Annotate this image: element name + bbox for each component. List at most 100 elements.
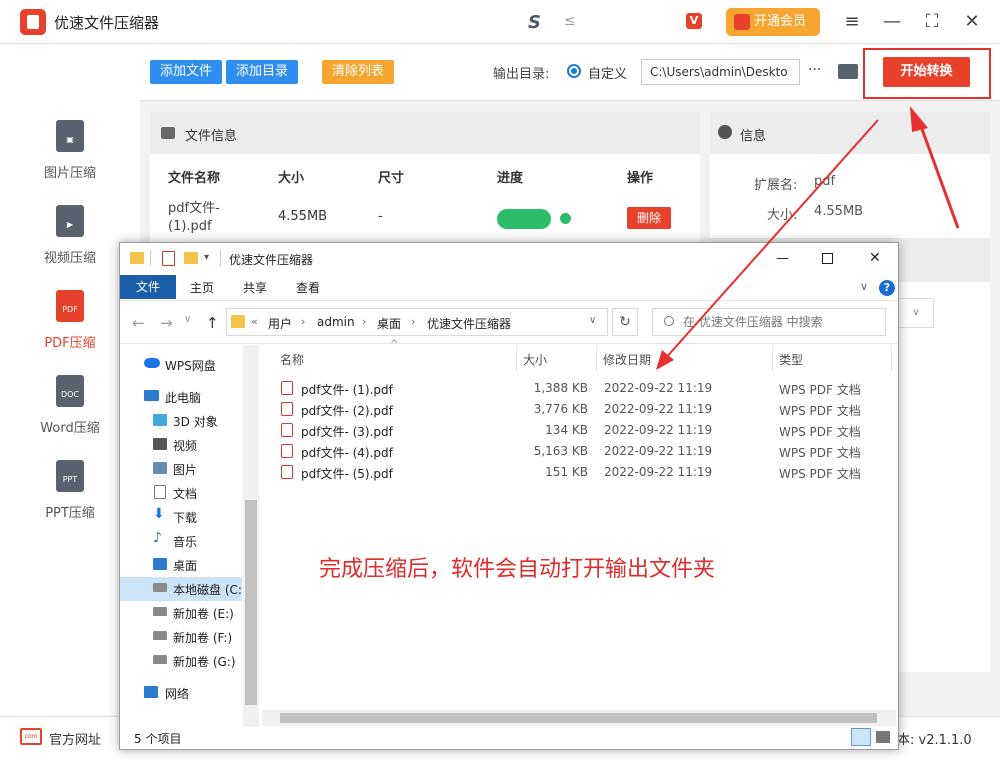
nav-item-drive-e[interactable]: 新加卷 (E:) [173,605,234,622]
pdf-file-icon: PDF [56,290,84,322]
list-item-type: WPS PDF 文档 [779,446,861,460]
list-item-type: WPS PDF 文档 [779,383,861,397]
list-header-divider[interactable] [891,345,892,371]
nav-item-drive-c[interactable]: 本地磁盘 (C:) [173,581,247,598]
ppt-file-icon: PPT [56,460,84,492]
nav-item-desktop[interactable]: 桌面 [173,557,197,574]
forward-arrow-icon[interactable]: → [160,314,173,332]
chevron-down-icon[interactable]: ∨ [898,298,934,328]
help-icon[interactable]: ? [879,280,895,296]
maximize-icon[interactable]: ⛶ [920,10,944,34]
pdf-file-icon [281,444,293,458]
list-header-divider[interactable] [596,345,597,371]
custom-radio[interactable] [567,64,581,78]
breadcrumb-admin[interactable]: admin [317,315,355,329]
brand-logo-suffix: ≤ [564,13,576,29]
pdf-file-icon [281,423,293,437]
list-header-divider[interactable] [516,345,517,371]
list-item-size: 3,776 KB [533,402,588,416]
sidebar-item-image[interactable]: ▣ 图片压缩 [0,120,140,200]
output-path-input[interactable] [641,59,800,85]
info-icon [718,125,732,139]
list-item-size: 5,163 KB [533,444,588,458]
explorer-close-icon[interactable]: ✕ [869,250,881,266]
tab-file[interactable]: 文件 [120,275,176,299]
nav-item-music[interactable]: 音乐 [173,533,197,550]
app-title: 优速文件压缩器 [54,14,160,32]
vip-button[interactable]: 开通会员 [726,8,820,36]
breadcrumb-desktop[interactable]: 桌面 [377,315,401,332]
vip-badge-icon[interactable]: V [686,13,702,29]
clear-list-button[interactable]: 清除列表 [322,60,394,84]
open-folder-icon[interactable] [838,64,858,79]
list-item-type: WPS PDF 文档 [779,425,861,439]
nav-item-this-pc[interactable]: 此电脑 [165,389,201,406]
delete-button[interactable]: 删除 [627,207,671,229]
breadcrumb-folder[interactable]: 优速文件压缩器 [427,315,511,332]
search-icon [664,316,674,326]
list-item-name[interactable]: pdf文件- (1).pdf [301,381,393,398]
more-options-button[interactable]: ··· [808,62,821,78]
recent-dropdown-icon[interactable]: ∨ [184,314,191,325]
tab-view[interactable]: 查看 [296,279,320,296]
col-header-action: 操作 [627,171,654,186]
breadcrumb-sep-icon: › [301,315,306,328]
3d-objects-icon [153,414,167,426]
list-header-name[interactable]: 名称 [280,351,304,368]
back-arrow-icon[interactable]: ← [132,314,145,332]
large-icons-view-icon[interactable] [876,731,890,743]
explorer-minimize-icon[interactable]: — [776,251,789,266]
drive-icon [153,607,167,616]
list-header-divider[interactable] [772,345,773,371]
progress-bar [497,209,551,229]
crown-icon [734,14,750,30]
list-item-name[interactable]: pdf文件- (2).pdf [301,402,393,419]
nav-item-drive-f[interactable]: 新加卷 (F:) [173,629,232,646]
start-convert-button[interactable]: 开始转换 [883,57,970,87]
breadcrumb-users[interactable]: 用户 [268,315,292,332]
list-item-name[interactable]: pdf文件- (4).pdf [301,444,393,461]
nav-item-network[interactable]: 网络 [165,685,189,702]
ribbon-expand-icon[interactable]: ∨ [860,280,868,293]
doc-file-icon: DOC [56,375,84,407]
drive-icon [153,655,167,664]
official-site-link[interactable]: 官方网址 [49,729,101,748]
properties-icon[interactable] [162,251,175,266]
minimize-icon[interactable]: — [880,10,904,34]
desktop-icon [153,558,167,570]
search-input[interactable]: 在 优速文件压缩器 中搜索 [652,308,886,336]
new-folder-icon[interactable] [184,252,198,264]
videos-folder-icon [153,438,167,450]
horizontal-scrollbar-thumb[interactable] [280,713,877,723]
quick-access-dropdown-icon[interactable]: ▾ [204,252,209,263]
nav-item-documents[interactable]: 文档 [173,485,197,502]
breadcrumb-overflow[interactable]: « [251,315,258,328]
image-icon [161,127,175,139]
list-header-date[interactable]: 修改日期 [603,351,651,368]
details-view-icon[interactable] [851,728,871,746]
menu-icon[interactable]: ≡ [840,10,864,34]
nav-item-downloads[interactable]: 下载 [173,509,197,526]
explorer-maximize-icon[interactable] [822,253,833,264]
title-divider [150,250,151,266]
nav-item-videos[interactable]: 视频 [173,437,197,454]
nav-item-wps[interactable]: WPS网盘 [165,357,216,374]
nav-item-pictures[interactable]: 图片 [173,461,197,478]
list-item-name[interactable]: pdf文件- (5).pdf [301,465,393,482]
add-folder-button[interactable]: 添加目录 [226,60,298,84]
refresh-icon[interactable]: ↻ [612,308,638,336]
list-header-size[interactable]: 大小 [523,351,547,368]
pdf-file-icon [281,381,293,395]
tab-share[interactable]: 共享 [243,279,267,296]
close-icon[interactable]: ✕ [960,10,984,34]
tab-home[interactable]: 主页 [190,279,214,296]
add-file-button[interactable]: 添加文件 [150,60,222,84]
nav-item-3d[interactable]: 3D 对象 [173,413,218,430]
nav-scrollbar-thumb[interactable] [245,500,257,705]
list-header-type[interactable]: 类型 [779,351,803,368]
list-item-name[interactable]: pdf文件- (3).pdf [301,423,393,440]
address-dropdown-icon[interactable]: ∨ [589,315,596,326]
sidebar-item-label: 图片压缩 [43,166,96,181]
up-arrow-icon[interactable]: ↑ [206,314,219,332]
nav-item-drive-g[interactable]: 新加卷 (G:) [173,653,236,670]
